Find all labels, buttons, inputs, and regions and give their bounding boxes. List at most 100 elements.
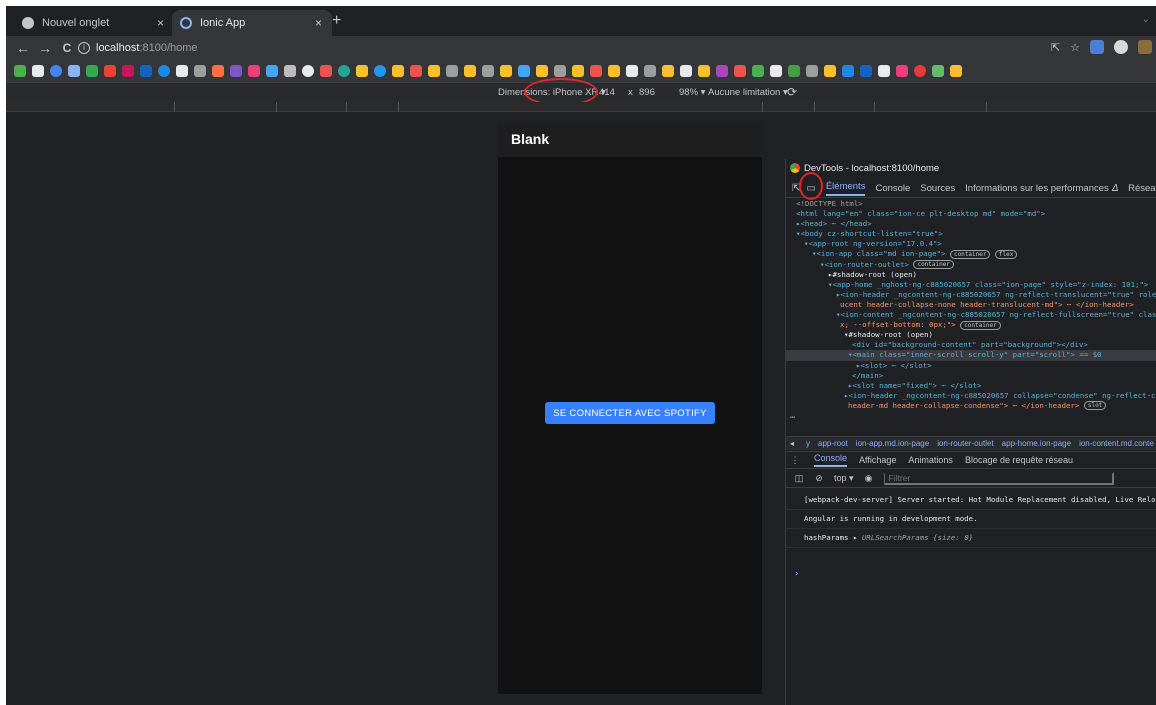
dom-node[interactable]: ucent header-collapse-none header-transl… xyxy=(786,300,1156,310)
device-width-input[interactable]: 414 xyxy=(599,87,615,98)
dom-node[interactable]: ▾<ion-router-outlet> container xyxy=(786,260,1156,270)
dom-node[interactable]: ▾<ion-app class="md ion-page"> container… xyxy=(786,249,1156,259)
dom-node[interactable]: ▸<head> ⋯ </head> xyxy=(786,219,1156,229)
bookmark-icon[interactable] xyxy=(464,65,476,77)
bookmark-icon[interactable] xyxy=(932,65,944,77)
clear-console-icon[interactable]: ⊘ xyxy=(812,473,826,484)
slot-badge[interactable]: slot xyxy=(1083,401,1107,411)
bookmark-icon[interactable] xyxy=(248,65,260,77)
breadcrumb-item[interactable]: ion-app.md.ion-page xyxy=(856,439,929,448)
tab-sources[interactable]: Sources xyxy=(920,183,955,194)
bookmark-icon[interactable] xyxy=(518,65,530,77)
extension-icon[interactable] xyxy=(1138,40,1152,54)
bookmark-icon[interactable] xyxy=(446,65,458,77)
bookmark-icon[interactable] xyxy=(122,65,134,77)
bookmark-icon[interactable] xyxy=(194,65,206,77)
share-icon[interactable]: ⇱ xyxy=(1051,41,1060,54)
bookmark-icon[interactable] xyxy=(50,65,62,77)
console-message[interactable]: hashParams ▸ URLSearchParams {size: 0} xyxy=(786,529,1156,548)
dom-node[interactable]: ▸<slot name="fixed"> ⋯ </slot> xyxy=(786,381,1156,391)
bookmark-icon[interactable] xyxy=(770,65,782,77)
bookmark-icon[interactable] xyxy=(212,65,224,77)
dom-node[interactable]: ▸<slot> ⋯ </slot> xyxy=(786,361,1156,371)
bookmark-icon[interactable] xyxy=(410,65,422,77)
close-icon[interactable]: × xyxy=(315,16,322,30)
star-icon[interactable]: ☆ xyxy=(1070,41,1080,54)
bookmark-icon[interactable] xyxy=(806,65,818,77)
dom-node[interactable]: <html lang="en" class="ion-ce plt-deskto… xyxy=(786,209,1156,219)
bookmark-icon[interactable] xyxy=(284,65,296,77)
bookmark-icon[interactable] xyxy=(896,65,908,77)
bookmark-icon[interactable] xyxy=(734,65,746,77)
bookmark-icon[interactable] xyxy=(608,65,620,77)
drawer-tab-animations[interactable]: Animations xyxy=(908,455,953,465)
console-prompt[interactable]: › xyxy=(794,569,799,579)
bookmark-icon[interactable] xyxy=(302,65,314,77)
dom-node-selected[interactable]: ▾<main class="inner-scroll scroll-y" par… xyxy=(786,350,1156,361)
info-icon[interactable]: i xyxy=(78,42,90,54)
bookmark-icon[interactable] xyxy=(698,65,710,77)
bookmark-icon[interactable] xyxy=(230,65,242,77)
throttle-select[interactable]: Aucune limitation ▾ xyxy=(708,87,788,98)
dom-node[interactable]: ▾#shadow-root (open) xyxy=(786,330,1156,340)
bookmark-icon[interactable] xyxy=(356,65,368,77)
bookmark-icon[interactable] xyxy=(572,65,584,77)
spotify-login-button[interactable]: SE CONNECTER AVEC SPOTIFY xyxy=(545,402,715,424)
container-badge[interactable]: container xyxy=(949,249,991,259)
dom-node[interactable]: header-md header-collapse-condense"> ⋯ <… xyxy=(786,401,1156,411)
dom-node[interactable]: <!DOCTYPE html> xyxy=(786,199,1156,209)
bookmark-icon[interactable] xyxy=(176,65,188,77)
breadcrumb-item[interactable]: y xyxy=(806,439,810,448)
dom-node[interactable]: ▾<ion-content _ngcontent-ng-c885020657 n… xyxy=(786,310,1156,320)
tab-elements[interactable]: Éléments xyxy=(825,181,866,196)
bookmark-icon[interactable] xyxy=(158,65,170,77)
eye-icon[interactable]: ◉ xyxy=(862,473,876,484)
sidebar-toggle-icon[interactable]: ◫ xyxy=(792,473,806,484)
breadcrumb-item[interactable]: ion-router-outlet xyxy=(937,439,993,448)
tab-ionic-app[interactable]: Ionic App × xyxy=(172,10,332,36)
bookmark-icon[interactable] xyxy=(140,65,152,77)
bookmark-icon[interactable] xyxy=(500,65,512,77)
chevron-left-icon[interactable]: ◂ xyxy=(790,439,794,448)
close-icon[interactable]: × xyxy=(157,16,164,30)
breadcrumb-item[interactable]: app-root xyxy=(818,439,848,448)
bookmark-icon[interactable] xyxy=(644,65,656,77)
back-button[interactable]: ← xyxy=(12,40,34,56)
container-badge[interactable]: container xyxy=(960,320,1001,330)
chevron-down-icon[interactable]: ⌄ xyxy=(1142,14,1150,25)
dom-node[interactable]: ▸#shadow-root (open) xyxy=(786,270,1156,280)
context-select[interactable]: top ▾ xyxy=(834,473,854,484)
bookmark-icon[interactable] xyxy=(824,65,836,77)
dom-node[interactable]: x; --offset-bottom: 0px;"> container xyxy=(786,320,1156,330)
dom-node[interactable]: ▾<body cz-shortcut-listen="true"> xyxy=(786,229,1156,239)
dom-node[interactable]: <div id="background-content" part="backg… xyxy=(786,340,1156,350)
tab-performance-insights[interactable]: Informations sur les performances 𝛥 xyxy=(965,183,1118,194)
dom-node[interactable]: ▾<app-home _nghost-ng-c885020657 class="… xyxy=(786,280,1156,290)
bookmark-icon[interactable] xyxy=(536,65,548,77)
dom-node[interactable]: ▸<ion-header _ngcontent-ng-c885020657 ng… xyxy=(786,290,1156,300)
bookmark-icon[interactable] xyxy=(788,65,800,77)
bookmark-icon[interactable] xyxy=(428,65,440,77)
bookmark-icon[interactable] xyxy=(338,65,350,77)
bookmark-icon[interactable] xyxy=(554,65,566,77)
bookmark-icon[interactable] xyxy=(914,65,926,77)
bookmark-icon[interactable] xyxy=(626,65,638,77)
log-object[interactable]: URLSearchParams {size: 0} xyxy=(862,533,973,542)
console-filter-input[interactable] xyxy=(883,472,1114,485)
flex-badge[interactable]: flex xyxy=(994,249,1018,259)
drawer-tab-request-blocking[interactable]: Blocage de requête réseau xyxy=(965,455,1073,465)
bookmark-icon[interactable] xyxy=(662,65,674,77)
tab-network[interactable]: Réseau xyxy=(1128,183,1156,194)
extension-icon[interactable] xyxy=(1090,40,1104,54)
dom-node[interactable]: ▾<app-root ng-version="17.0.4"> xyxy=(786,239,1156,249)
tab-new-tab[interactable]: Nouvel onglet × xyxy=(14,10,174,36)
rotate-icon[interactable]: ⟳ xyxy=(787,85,797,99)
forward-button[interactable]: → xyxy=(34,40,56,56)
bookmark-icon[interactable] xyxy=(266,65,278,77)
zoom-select[interactable]: 98% ▾ xyxy=(679,87,705,98)
bookmark-icon[interactable] xyxy=(842,65,854,77)
address-bar[interactable]: i localhost :8100/home xyxy=(78,38,1078,58)
dom-node[interactable]: ▸<ion-header _ngcontent-ng-c885020657 co… xyxy=(786,391,1156,401)
drawer-tab-console[interactable]: Console xyxy=(814,453,848,467)
bookmark-icon[interactable] xyxy=(320,65,332,77)
